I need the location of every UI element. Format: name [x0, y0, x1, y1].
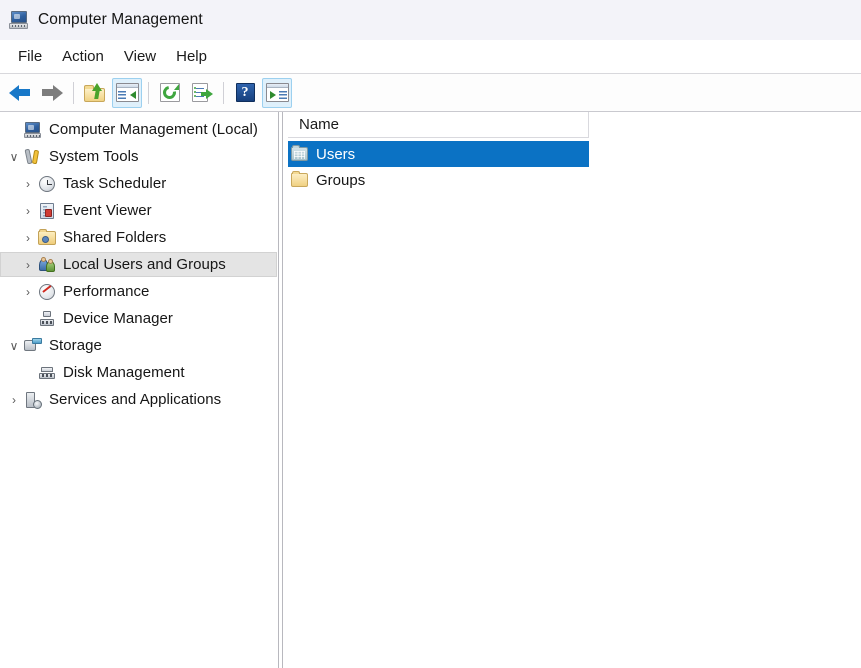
tree-item-local-users-and-groups[interactable]: › Local Users and Groups [0, 251, 277, 278]
folder-up-icon [84, 83, 106, 102]
clock-icon [38, 175, 56, 193]
tree-item-label: Event Viewer [63, 202, 152, 219]
details-list-pane: Name Users Groups [288, 112, 861, 668]
chevron-right-icon[interactable]: › [18, 259, 38, 271]
column-header-name[interactable]: Name [288, 116, 588, 133]
show-action-pane-button[interactable] [262, 78, 292, 108]
tools-icon [24, 148, 42, 166]
menu-item-action[interactable]: Action [52, 45, 114, 68]
forward-arrow-icon [41, 85, 63, 101]
disk-icon [38, 364, 56, 382]
toolbar-separator [148, 82, 149, 104]
chevron-down-icon[interactable]: ∨ [4, 151, 24, 163]
computer-icon [24, 121, 42, 139]
export-list-icon [192, 83, 212, 102]
console-tree-icon [116, 83, 139, 102]
menu-item-help[interactable]: Help [166, 45, 217, 68]
list-item-groups[interactable]: Groups [288, 167, 589, 193]
tree-item-storage[interactable]: ∨ Storage [0, 332, 277, 359]
tree-item-label: System Tools [49, 148, 139, 165]
services-icon [24, 391, 42, 409]
performance-icon [38, 283, 56, 301]
tree-item-label: Computer Management (Local) [49, 121, 258, 138]
shared-folder-icon [38, 229, 56, 247]
tree-item-performance[interactable]: › Performance [0, 278, 277, 305]
console-tree-pane: Computer Management (Local) ∨ System Too… [0, 112, 277, 668]
toolbar-separator [73, 82, 74, 104]
tree-item-label: Task Scheduler [63, 175, 166, 192]
list-item-label: Groups [316, 172, 365, 189]
title-bar: Computer Management [0, 0, 861, 40]
back-button[interactable] [5, 78, 35, 108]
tree-item-event-viewer[interactable]: › Event Viewer [0, 197, 277, 224]
action-pane-icon [266, 83, 289, 102]
chevron-down-icon[interactable]: ∨ [4, 340, 24, 352]
chevron-right-icon[interactable]: › [18, 232, 38, 244]
tree-item-label: Storage [49, 337, 102, 354]
toolbar-separator [223, 82, 224, 104]
tree-item-device-manager[interactable]: Device Manager [0, 305, 277, 332]
splitter-line [278, 112, 279, 668]
device-manager-icon [38, 310, 56, 328]
tree-item-services-and-applications[interactable]: › Services and Applications [0, 386, 277, 413]
forward-button[interactable] [37, 78, 67, 108]
event-log-icon [38, 202, 56, 220]
back-arrow-icon [9, 85, 31, 101]
tree-item-disk-management[interactable]: Disk Management [0, 359, 277, 386]
list-item-users[interactable]: Users [288, 141, 589, 167]
show-console-tree-button[interactable] [112, 78, 142, 108]
menu-item-view[interactable]: View [114, 45, 166, 68]
up-one-level-button[interactable] [80, 78, 110, 108]
storage-icon [24, 337, 42, 355]
refresh-icon [160, 83, 180, 102]
window-body: Computer Management (Local) ∨ System Too… [0, 112, 861, 668]
chevron-right-icon[interactable]: › [18, 286, 38, 298]
tree-item-label: Services and Applications [49, 391, 221, 408]
refresh-button[interactable] [155, 78, 185, 108]
tree-item-label: Shared Folders [63, 229, 166, 246]
users-group-icon [38, 256, 56, 274]
computer-icon [9, 10, 29, 30]
chevron-right-icon[interactable]: › [18, 178, 38, 190]
tree-item-computer-management[interactable]: Computer Management (Local) [0, 116, 277, 143]
chevron-right-icon[interactable]: › [18, 205, 38, 217]
folder-blue-icon [291, 146, 309, 162]
window-title: Computer Management [38, 11, 203, 29]
menu-bar: File Action View Help [0, 40, 861, 74]
splitter-line [282, 112, 283, 668]
export-list-button[interactable] [187, 78, 217, 108]
folder-yellow-icon [291, 172, 309, 188]
menu-item-file[interactable]: File [8, 45, 52, 68]
help-icon: ? [236, 83, 255, 102]
tree-item-system-tools[interactable]: ∨ System Tools [0, 143, 277, 170]
toolbar: ? [0, 74, 861, 112]
list-item-label: Users [316, 146, 355, 163]
column-resize-handle[interactable] [588, 112, 589, 138]
list-column-header: Name [288, 112, 589, 138]
tree-item-label: Local Users and Groups [63, 256, 226, 273]
tree-item-task-scheduler[interactable]: › Task Scheduler [0, 170, 277, 197]
tree-item-label: Disk Management [63, 364, 185, 381]
help-button[interactable]: ? [230, 78, 260, 108]
chevron-right-icon[interactable]: › [4, 394, 24, 406]
list-rows: Users Groups [288, 138, 861, 193]
tree-item-label: Performance [63, 283, 149, 300]
tree-item-shared-folders[interactable]: › Shared Folders [0, 224, 277, 251]
pane-splitter[interactable] [277, 112, 288, 668]
computer-management-window: Computer Management File Action View Hel… [0, 0, 861, 668]
tree-item-label: Device Manager [63, 310, 173, 327]
